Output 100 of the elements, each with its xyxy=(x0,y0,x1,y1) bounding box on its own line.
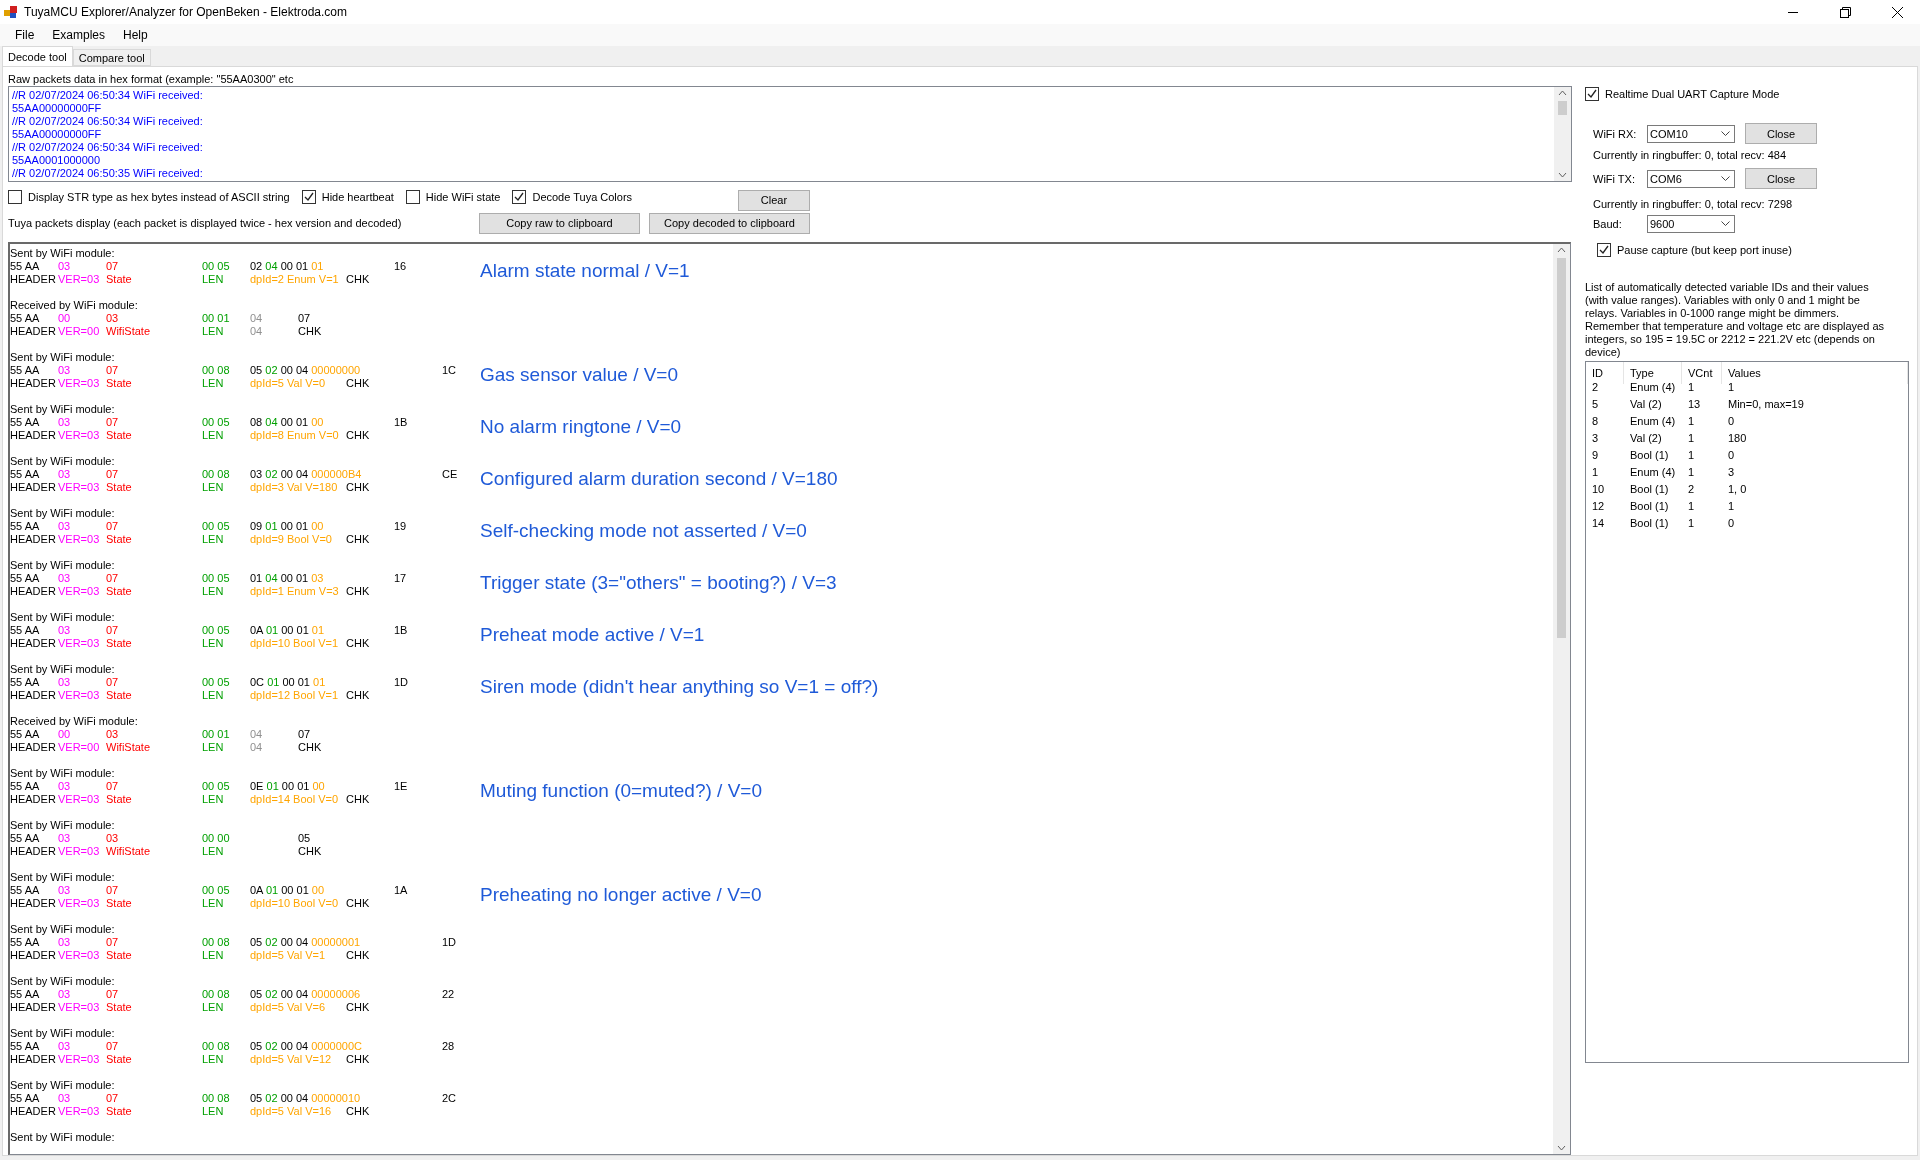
decoded-value: dpId=2 Enum V=1 xyxy=(250,273,339,285)
data-byte: 00 01 xyxy=(281,884,309,896)
header-label: HEADER xyxy=(10,325,56,337)
version-label: VER=03 xyxy=(58,481,100,493)
data-byte: 02 xyxy=(265,364,278,376)
scroll-thumb[interactable] xyxy=(1558,101,1567,115)
table-cell-text: 5 xyxy=(1591,397,1600,412)
direction-label: Sent by WiFi module: xyxy=(10,1027,115,1039)
tab[interactable]: Compare tool xyxy=(72,49,151,66)
version-label: VER=03 xyxy=(58,637,100,649)
command-byte: 07 xyxy=(106,884,119,896)
direction-label: Sent by WiFi module: xyxy=(10,507,115,519)
column-header[interactable]: Type xyxy=(1624,362,1682,384)
header-label: HEADER xyxy=(10,845,56,857)
menu-item[interactable]: Help xyxy=(114,26,157,44)
scrollbar[interactable] xyxy=(1554,87,1571,181)
data-byte: 0E xyxy=(250,780,264,792)
header-label: HEADER xyxy=(10,1053,56,1065)
command-byte: 07 xyxy=(106,676,119,688)
data-byte: 05 xyxy=(250,988,263,1000)
direction-label: Sent by WiFi module: xyxy=(10,247,115,259)
command-label: State xyxy=(106,793,132,805)
data-byte: 00 01 xyxy=(282,676,310,688)
clear-button[interactable]: Clear xyxy=(738,189,810,211)
port-select[interactable]: COM10 xyxy=(1647,124,1735,143)
scroll-thumb[interactable] xyxy=(1557,258,1566,638)
copy-button[interactable]: Copy raw to clipboard xyxy=(479,212,640,234)
packets-label: Tuya packets display (each packet is displayed twice - hex version and decoded) xyxy=(8,216,402,230)
version-byte: 00 xyxy=(58,312,71,324)
annotation-text: Configured alarm duration second / V=180 xyxy=(480,468,838,490)
data-byte: 01 xyxy=(250,572,263,584)
command-byte: 07 xyxy=(106,624,119,636)
command-label: State xyxy=(106,949,132,961)
length-label: LEN xyxy=(202,325,224,337)
checkbox[interactable]: Hide heartbeat xyxy=(301,190,394,204)
annotation-text: Self-checking mode not asserted / V=0 xyxy=(480,520,807,542)
decoded-value: dpId=9 Bool V=0 xyxy=(250,533,332,545)
header-bytes: 55 AA xyxy=(10,884,40,896)
close-port-button[interactable]: Close xyxy=(1745,123,1817,144)
annotation-text: Muting function (0=muted?) / V=0 xyxy=(480,780,762,802)
table-cell-text: Bool (1) xyxy=(1629,482,1670,497)
raw-data-field[interactable]: //R 02/07/2024 06:50:34 WiFi received: 55AA00000000FF //R 02/07/2024 06:50:34 WiFi received: 55AA00000000FF //R 02/07/2024 06:50:34 WiFi received: 55AA0001000000 //R 02/07/2024 06:50:35 WiFi received: xyxy=(8,86,1572,182)
data-byte: 01 xyxy=(311,260,324,272)
length-bytes: 00 05 xyxy=(202,260,230,272)
ringbuffer-status: Currently in ringbuffer: 0, total recv: 484 xyxy=(1592,148,1787,163)
header-label: HEADER xyxy=(10,897,56,909)
header-bytes: 55 AA xyxy=(10,520,40,532)
port-select[interactable]: COM6 xyxy=(1647,169,1735,188)
checkbox[interactable]: Hide WiFi state xyxy=(405,190,501,204)
length-bytes: 00 05 xyxy=(202,624,230,636)
check-icon xyxy=(303,192,314,202)
column-header[interactable]: ID xyxy=(1586,362,1624,384)
baud-select[interactable]: 9600 xyxy=(1647,215,1735,233)
length-label: LEN xyxy=(202,897,224,909)
column-header[interactable]: VCnt xyxy=(1682,362,1722,384)
command-byte: 03 xyxy=(106,312,119,324)
checksum-byte: 07 xyxy=(298,728,311,740)
column-header[interactable]: Values xyxy=(1722,362,1908,384)
header-bytes: 55 AA xyxy=(10,624,40,636)
check-icon xyxy=(514,192,525,202)
header-label: HEADER xyxy=(10,429,56,441)
data-byte: 04 xyxy=(265,572,278,584)
checkbox[interactable]: Display STR type as hex bytes instead of ASCII string xyxy=(8,190,290,204)
direction-label: Sent by WiFi module: xyxy=(10,1131,115,1143)
length-label: LEN xyxy=(202,1053,224,1065)
menu-item[interactable]: File xyxy=(6,26,44,44)
direction-label: Sent by WiFi module: xyxy=(10,1079,115,1091)
tab[interactable]: Decode tool xyxy=(2,46,73,66)
command-label: State xyxy=(106,585,132,597)
data-byte: 000000B4 xyxy=(311,468,362,480)
command-byte: 07 xyxy=(106,936,119,948)
command-label: State xyxy=(106,1105,132,1117)
menu-item[interactable]: Examples xyxy=(43,26,115,44)
checkbox[interactable]: Decode Tuya Colors xyxy=(512,190,633,204)
checksum-byte: 07 xyxy=(298,312,311,324)
decoded-value: dpId=5 Val V=16 xyxy=(250,1105,332,1117)
checksum-label: CHK xyxy=(346,1053,370,1065)
decoded-value: dpId=5 Val V=6 xyxy=(250,1001,326,1013)
checkbox[interactable]: Pause capture (but keep port inuse) xyxy=(1597,243,1897,257)
checksum-byte: 1C xyxy=(442,364,457,376)
close-port-button[interactable]: Close xyxy=(1745,168,1817,189)
length-bytes: 00 08 xyxy=(202,1092,230,1104)
scrollbar[interactable] xyxy=(1553,244,1570,1154)
table-cell-text: 1, 0 xyxy=(1727,482,1748,497)
length-label: LEN xyxy=(202,689,224,701)
data-byte: 00 xyxy=(311,416,324,428)
version-label: VER=03 xyxy=(58,585,100,597)
decoded-value: dpId=12 Bool V=1 xyxy=(250,689,339,701)
data-byte: 02 xyxy=(265,468,278,480)
version-byte: 03 xyxy=(58,936,71,948)
annotation-text: Alarm state normal / V=1 xyxy=(480,260,690,282)
length-label: LEN xyxy=(202,533,224,545)
raw-data-label: Raw packets data in hex format (example: "55AA0300" etc xyxy=(8,72,295,86)
copy-button[interactable]: Copy decoded to clipboard xyxy=(649,212,810,234)
command-byte: 03 xyxy=(106,728,119,740)
data-byte: 0C xyxy=(250,676,265,688)
checkbox[interactable]: Realtime Dual UART Capture Mode xyxy=(1585,87,1897,101)
version-label: VER=03 xyxy=(58,949,100,961)
table-cell-text: 1 xyxy=(1687,414,1696,429)
version-byte: 03 xyxy=(58,676,71,688)
